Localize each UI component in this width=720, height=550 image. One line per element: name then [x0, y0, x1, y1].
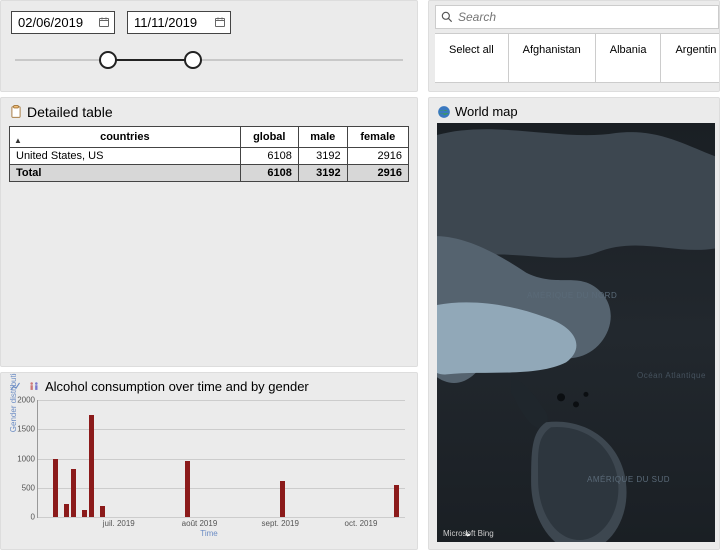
chart-gridline: [38, 517, 405, 518]
chart-xtick: août 2019: [182, 519, 218, 528]
chart-plot: 0500100015002000juil. 2019août 2019sept.…: [37, 400, 405, 518]
search-icon: [440, 10, 454, 24]
chart-bar[interactable]: [53, 459, 58, 518]
date-start-input[interactable]: 02/06/2019: [11, 11, 115, 34]
slider-active: [108, 59, 193, 61]
map-label-na: AMÉRIQUE DU NORD: [527, 291, 617, 300]
chart-panel: Alcohol consumption over time and by gen…: [0, 372, 418, 550]
country-chip[interactable]: Albania: [596, 34, 662, 83]
chart-xtick: sept. 2019: [262, 519, 299, 528]
table-header[interactable]: global: [240, 127, 298, 148]
chart-bar[interactable]: [100, 506, 105, 517]
people-icon: [27, 380, 41, 394]
chart-bar[interactable]: [82, 510, 87, 517]
detailed-table-panel: Detailed table countries▲globalmalefemal…: [0, 97, 418, 367]
bing-icon: [443, 529, 494, 538]
calendar-icon: [98, 16, 110, 28]
search-row: [435, 5, 719, 29]
map-title: World map: [455, 104, 518, 119]
chart-ytick: 1500: [17, 425, 35, 434]
chart-gridline: [38, 400, 405, 401]
country-chip[interactable]: Select all: [435, 34, 509, 83]
chart-ytick: 0: [31, 513, 35, 522]
table-header[interactable]: countries▲: [10, 127, 241, 148]
chart-xtick: juil. 2019: [103, 519, 135, 528]
slider-handle-start[interactable]: [99, 51, 117, 69]
chart-bar[interactable]: [64, 504, 69, 517]
country-chips: Select allAfghanistanAlbaniaArgentin: [435, 33, 719, 83]
table-row[interactable]: United States, US610831922916: [10, 148, 409, 165]
sort-asc-icon: ▲: [14, 136, 22, 145]
detailed-table: countries▲globalmalefemale United States…: [9, 126, 409, 182]
chart-xlabel: Time: [200, 529, 217, 538]
chart-ytick: 2000: [17, 396, 35, 405]
map-label-sa: AMÉRIQUE DU SUD: [587, 475, 670, 484]
slider-track: [15, 59, 403, 61]
chart-bar[interactable]: [89, 415, 94, 517]
calendar-icon: [214, 16, 226, 28]
chart-bar[interactable]: [394, 485, 399, 517]
chart-bar[interactable]: [280, 481, 285, 517]
date-start-value: 02/06/2019: [18, 15, 83, 30]
country-search-panel: Select allAfghanistanAlbaniaArgentin: [428, 0, 720, 92]
date-end-value: 11/11/2019: [134, 15, 197, 30]
world-map[interactable]: AMÉRIQUE DU NORD AMÉRIQUE DU SUD Océan A…: [437, 123, 715, 542]
date-range-slider[interactable]: [15, 48, 403, 72]
search-input[interactable]: [458, 10, 714, 24]
table-header[interactable]: male: [298, 127, 347, 148]
country-chip[interactable]: Argentin: [661, 34, 720, 83]
chart-ytick: 500: [22, 483, 35, 492]
date-range-panel: 02/06/2019 11/11/2019: [0, 0, 418, 92]
chart-bar[interactable]: [71, 469, 76, 517]
slider-handle-end[interactable]: [184, 51, 202, 69]
table-total-row: Total610831922916: [10, 165, 409, 182]
map-label-ocean: Océan Atlantique: [637, 371, 706, 380]
chart-ytick: 1000: [17, 454, 35, 463]
date-end-input[interactable]: 11/11/2019: [127, 11, 231, 34]
globe-icon: [437, 105, 451, 119]
country-chip[interactable]: Afghanistan: [509, 34, 596, 83]
table-title: Detailed table: [27, 104, 113, 120]
table-header[interactable]: female: [347, 127, 408, 148]
chart-xtick: oct. 2019: [344, 519, 377, 528]
clipboard-icon: [9, 105, 23, 119]
world-map-panel: World map AMÉRIQUE DU NORD AMÉRIQUE DU S…: [428, 97, 720, 550]
map-attribution: Microsoft Bing: [443, 529, 494, 538]
chart-title: Alcohol consumption over time and by gen…: [45, 379, 309, 394]
chart-bar[interactable]: [185, 461, 190, 517]
